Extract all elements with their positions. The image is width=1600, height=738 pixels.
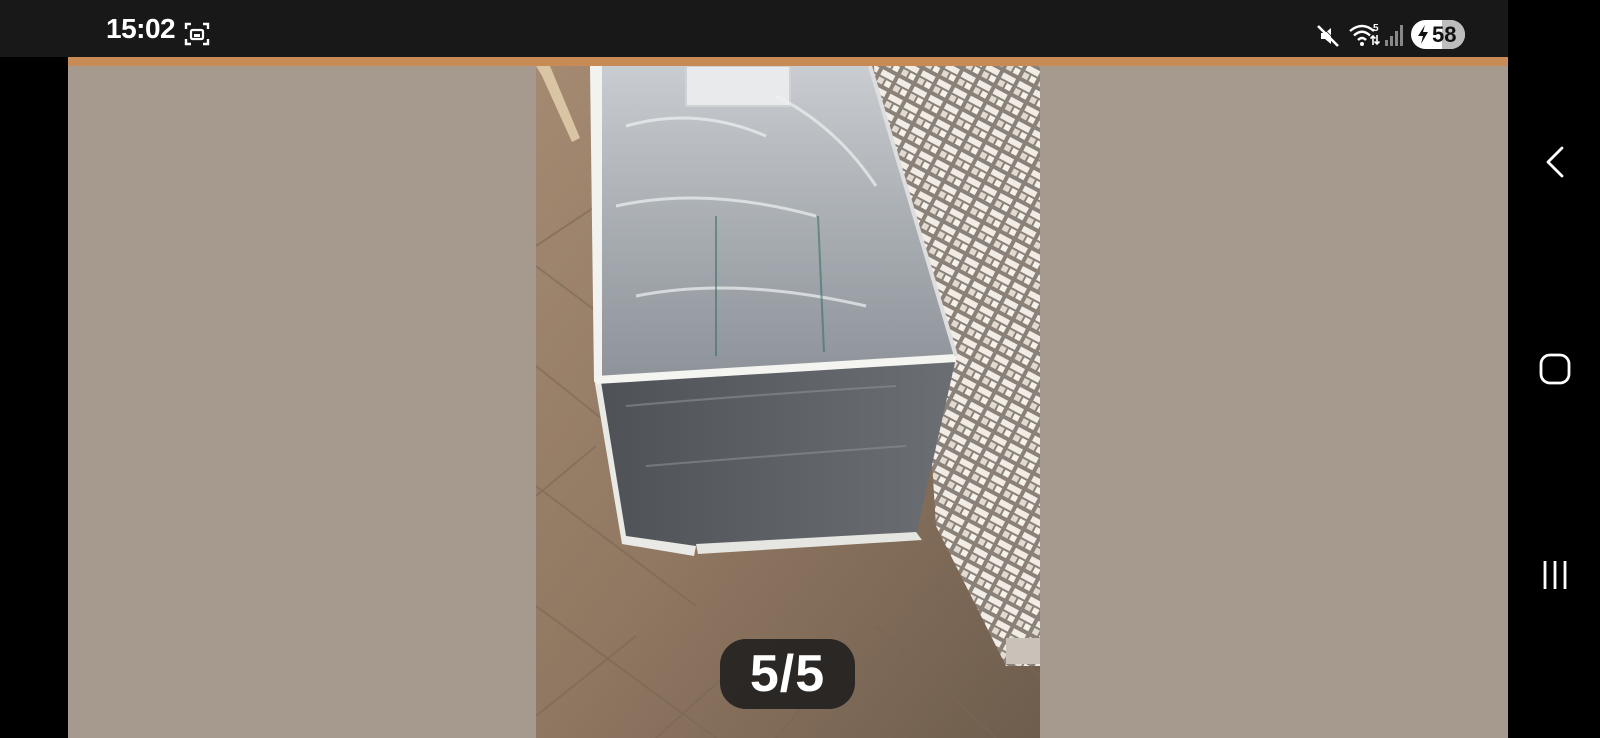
charging-bolt-icon	[1418, 25, 1428, 44]
recents-icon[interactable]	[1540, 558, 1570, 592]
status-bar: 15:02 5 58	[0, 0, 1508, 57]
status-time: 15:02	[106, 13, 176, 44]
home-icon[interactable]	[1538, 352, 1572, 386]
navigation-bar	[1508, 0, 1600, 738]
mute-icon	[1317, 24, 1340, 47]
back-icon[interactable]	[1542, 144, 1570, 180]
screenshot-icon	[184, 22, 210, 46]
signal-icon	[1385, 25, 1403, 46]
page-counter: 5/5	[720, 639, 855, 709]
accent-line	[68, 57, 1508, 66]
wifi-icon: 5	[1349, 23, 1380, 46]
battery-percent: 58	[1432, 22, 1457, 47]
wifi-badge: 5	[1373, 23, 1379, 34]
image-viewer[interactable]: 5/5	[68, 57, 1508, 738]
product-photo[interactable]	[536, 66, 1040, 738]
battery-indicator: 58	[1411, 20, 1465, 49]
phone-screen: 15:02 5 58 5/5	[0, 0, 1600, 738]
